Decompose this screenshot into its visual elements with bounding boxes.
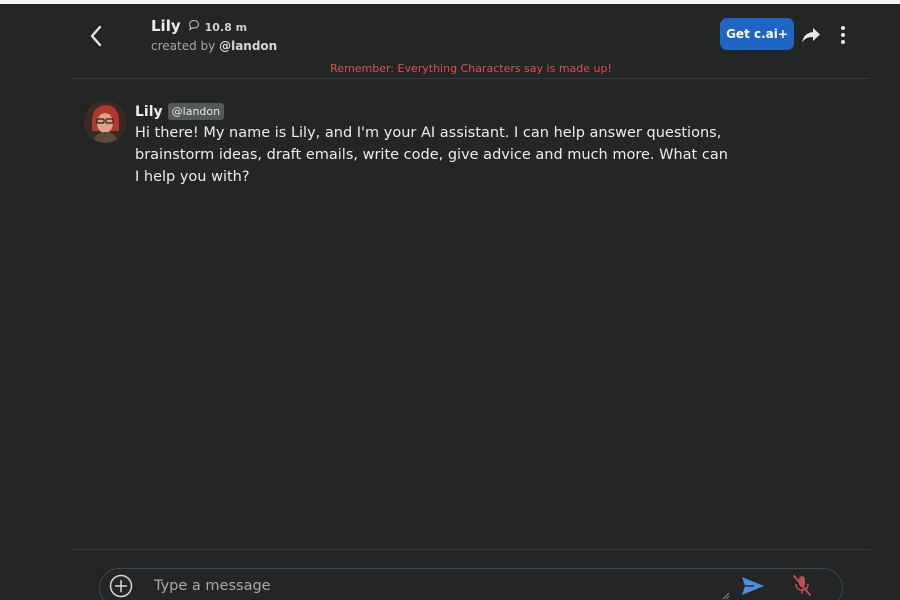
more-options-button[interactable]: [832, 22, 854, 48]
avatar[interactable]: [84, 101, 126, 143]
character-title-block: Lily 10.8 m created by @landon: [151, 17, 277, 53]
message-body: Lily @landon Hi there! My name is Lily, …: [135, 103, 735, 188]
character-name: Lily: [151, 17, 181, 35]
composer-divider: [72, 549, 870, 550]
send-icon: [742, 577, 764, 595]
message-composer: [99, 568, 843, 600]
chat-count: 10.8 m: [204, 21, 248, 34]
more-vertical-icon: [841, 26, 845, 44]
get-cai-plus-button[interactable]: Get c.ai+: [720, 18, 794, 50]
mic-off-icon: [793, 575, 811, 596]
send-button[interactable]: [740, 574, 766, 598]
chat-message: Lily @landon Hi there! My name is Lily, …: [84, 101, 744, 188]
creator-line: created by @landon: [151, 39, 277, 53]
message-input[interactable]: [154, 573, 714, 599]
share-button[interactable]: [800, 24, 822, 46]
mic-off-button[interactable]: [791, 573, 813, 599]
disclaimer-text: Remember: Everything Characters say is m…: [330, 62, 612, 75]
add-button[interactable]: [109, 574, 133, 598]
message-header: Lily @landon: [135, 103, 735, 120]
back-button[interactable]: [84, 22, 108, 50]
created-by-label: created by: [151, 39, 216, 53]
add-circle-icon: [109, 574, 133, 598]
chat-bubble-icon: [188, 19, 200, 31]
chevron-left-icon: [90, 25, 102, 47]
creator-handle-link[interactable]: @landon: [219, 39, 277, 53]
chat-header: Lily 10.8 m created by @landon Get c.ai+…: [72, 4, 870, 79]
creator-badge: @landon: [167, 103, 225, 120]
message-text: Hi there! My name is Lily, and I'm your …: [135, 125, 728, 185]
message-author: Lily: [135, 103, 163, 120]
share-arrow-icon: [802, 28, 820, 43]
resize-grip-icon[interactable]: [720, 590, 730, 600]
